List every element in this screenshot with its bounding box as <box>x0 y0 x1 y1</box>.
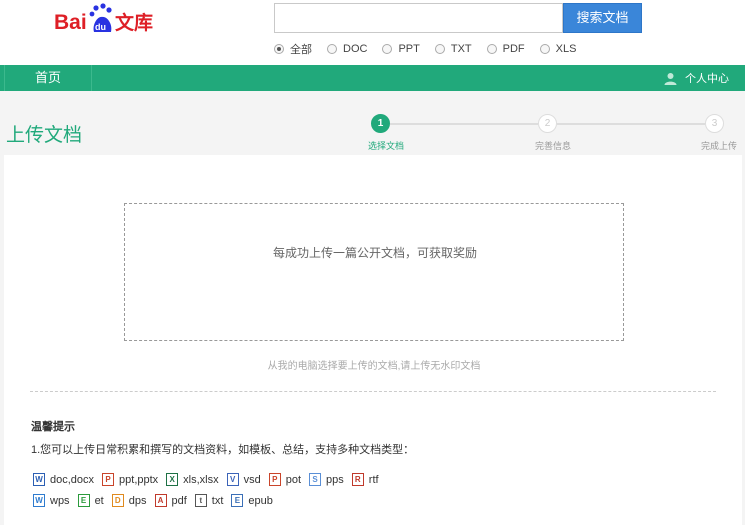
filetype-list: Wdoc,docx Pppt,pptx Xxls,xlsx Vvsd Ppot Spps R… <box>33 473 733 486</box>
powerpoint-icon: P <box>102 473 115 486</box>
tips-title: 温馨提示 <box>31 421 75 433</box>
filetype-label: ppt,pptx <box>119 473 159 486</box>
step-connector <box>390 123 538 125</box>
filetype-label: xls,xlsx <box>183 473 219 486</box>
filetype-item: Apdf <box>154 494 187 507</box>
filter-label: DOC <box>343 43 368 55</box>
filetype-label: txt <box>211 494 224 507</box>
epub-icon: E <box>231 494 244 507</box>
user-center-link[interactable]: 个人中心 <box>664 65 729 91</box>
filter-label: TXT <box>450 43 472 55</box>
nav-home-link[interactable]: 首页 <box>4 65 92 91</box>
template-icon: P <box>268 473 281 486</box>
divider <box>30 391 716 392</box>
step-2-marker: 2 <box>538 114 557 133</box>
upload-steps: 1 2 3 选择文档 完善信息 完成上传 <box>360 110 745 156</box>
filter-option-全部[interactable]: 全部 <box>274 41 312 57</box>
filetype-label: rtf <box>368 473 379 486</box>
dps-icon: D <box>111 494 124 507</box>
txt-icon: t <box>194 494 207 507</box>
svg-text:du: du <box>95 22 106 32</box>
filter-option-doc[interactable]: DOC <box>327 43 367 55</box>
step-connector <box>557 123 705 125</box>
filetype-label: pdf <box>171 494 187 507</box>
filetype-item: Pppt,pptx <box>102 473 158 486</box>
excel-icon: X <box>166 473 179 486</box>
filetype-item: Vvsd <box>226 473 261 486</box>
baidu-wenku-logo[interactable]: Bai du 文库 <box>54 2 160 42</box>
et-icon: E <box>77 494 90 507</box>
filetype-label: vsd <box>243 473 261 486</box>
radio-button[interactable] <box>486 44 497 54</box>
rtf-icon: R <box>351 473 364 486</box>
filetype-item: Eepub <box>231 494 273 507</box>
filetype-item: Rrtf <box>351 473 379 486</box>
filetype-item: t txt <box>194 494 224 507</box>
filter-label: PDF <box>502 43 525 55</box>
user-icon <box>664 72 677 85</box>
slideshow-icon: S <box>309 473 322 486</box>
word-icon: W <box>33 473 45 486</box>
step-1-marker: 1 <box>371 114 390 133</box>
wps-icon: W <box>33 494 45 507</box>
filetype-item: Ddps <box>111 494 147 507</box>
filetype-label: wps <box>50 494 70 507</box>
upload-hint: 从我的电脑选择要上传的文档,请上传无水印文档 <box>267 361 481 372</box>
filetype-label: et <box>94 494 104 507</box>
filter-label: PPT <box>398 43 420 55</box>
step-2-label: 完善信息 <box>535 141 572 151</box>
filetype-item: Xxls,xlsx <box>166 473 219 486</box>
radio-button[interactable] <box>434 44 445 54</box>
radio-button[interactable] <box>382 44 393 54</box>
filter-option-txt[interactable]: TXT <box>434 43 472 55</box>
upload-panel: 每成功上传一篇公开文档，可获取奖励 从我的电脑选择要上传的文档,请上传无水印文档… <box>4 155 742 525</box>
doc-type-filter: 全部 DOC PPT TXT PDF XLS <box>274 42 591 56</box>
filetype-label: pot <box>285 473 302 486</box>
file-drop-zone[interactable]: 每成功上传一篇公开文档，可获取奖励 <box>124 203 624 341</box>
step-3-label: 完成上传 <box>701 141 738 151</box>
filetype-label: epub <box>248 494 273 507</box>
page-title: 上传文档 <box>6 125 83 146</box>
filetype-label: pps <box>326 473 344 486</box>
filter-option-pdf[interactable]: PDF <box>486 43 525 55</box>
filetype-list: Wwps Eet Ddps Apdf t txt Eepub <box>33 494 733 507</box>
upload-prompt: 每成功上传一篇公开文档，可获取奖励 <box>272 246 477 260</box>
filter-option-xls[interactable]: XLS <box>539 43 577 55</box>
visio-icon: V <box>226 473 239 486</box>
step-1-label: 选择文档 <box>368 141 405 151</box>
filetype-label: doc,docx <box>50 473 95 486</box>
step-3-marker: 3 <box>705 114 724 133</box>
filetype-item: Eet <box>77 494 104 507</box>
tips-description: 1.您可以上传日常积累和撰写的文档资料，如模板、总结，支持多种文档类型： <box>31 444 415 456</box>
search-button[interactable]: 搜索文档 <box>563 3 642 33</box>
filetype-item: Wdoc,docx <box>33 473 94 486</box>
filetype-item: Wwps <box>33 494 70 507</box>
filter-option-ppt[interactable]: PPT <box>382 43 420 55</box>
radio-button[interactable] <box>274 44 284 54</box>
filetype-item: Ppot <box>268 473 302 486</box>
filetype-item: Spps <box>309 473 344 486</box>
main-nav: 首页 个人中心 <box>0 65 745 91</box>
radio-button[interactable] <box>327 44 337 54</box>
filetype-label: dps <box>128 494 147 507</box>
pdf-icon: A <box>154 494 167 507</box>
header: Bai du 文库 搜索文档 全部 DOC PPT TXT PDF XLS <box>0 0 745 65</box>
search-input[interactable] <box>274 3 563 33</box>
filter-label: XLS <box>555 43 577 55</box>
radio-button[interactable] <box>539 44 550 54</box>
filter-label: 全部 <box>290 44 312 56</box>
svg-text:Bai: Bai <box>54 11 87 34</box>
user-center-label: 个人中心 <box>685 73 729 85</box>
svg-text:文库: 文库 <box>115 11 153 34</box>
